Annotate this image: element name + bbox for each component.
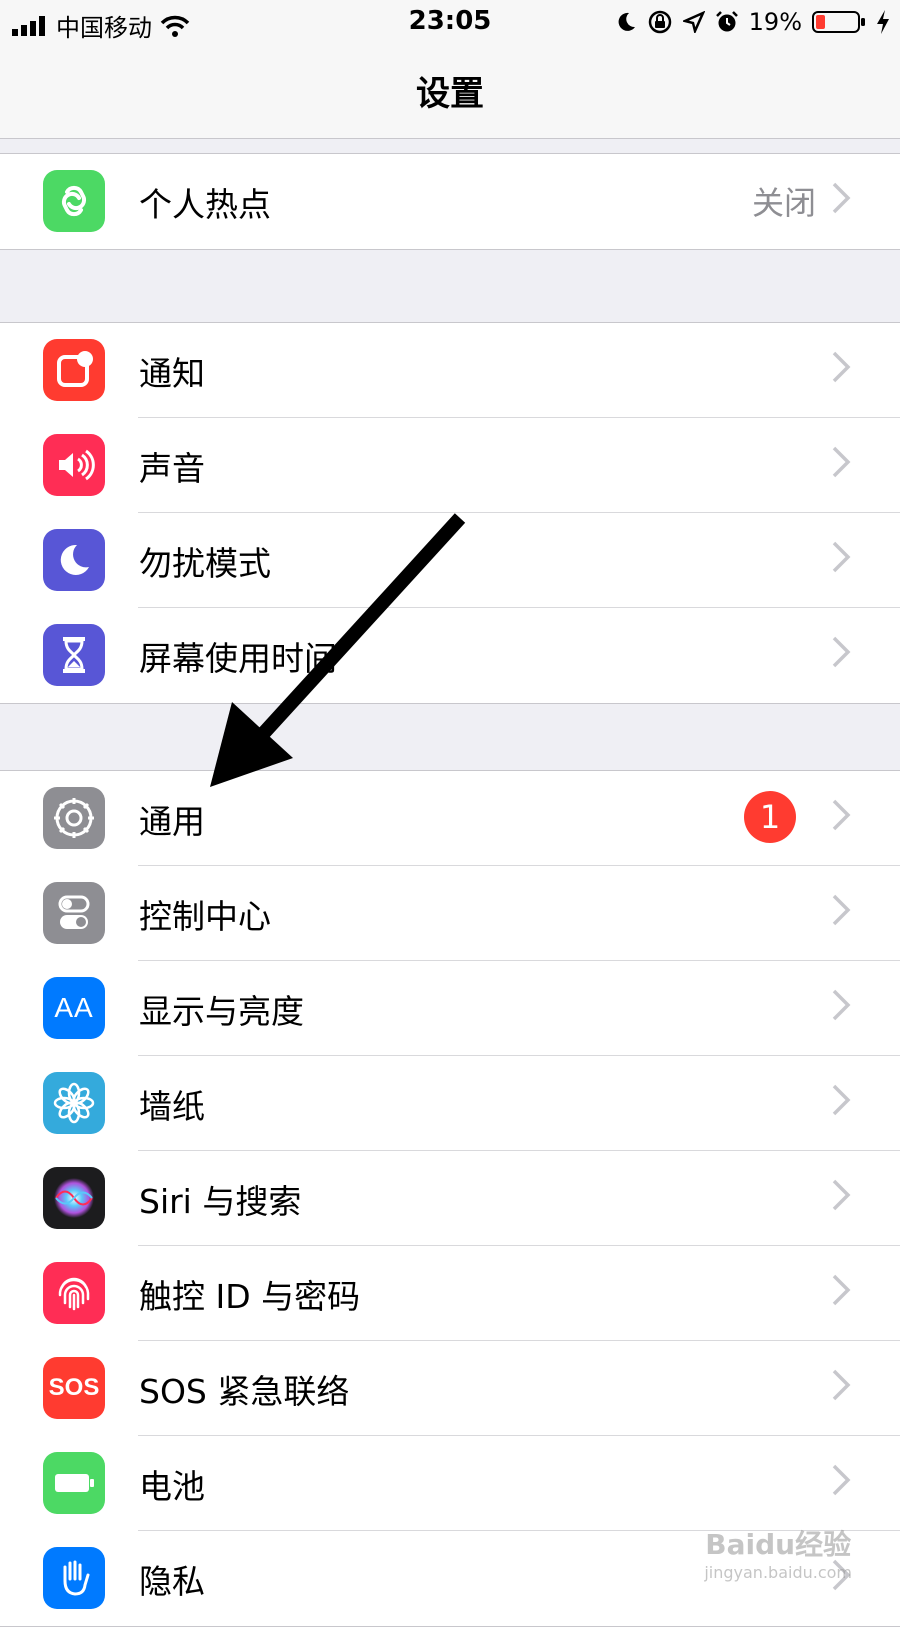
row-label: Siri 与搜索 [139, 1182, 302, 1221]
row-label: 隐私 [139, 1562, 205, 1601]
row-display-brightness[interactable]: AA 显示与亮度 [0, 961, 900, 1056]
row-notifications[interactable]: 通知 [0, 323, 900, 418]
watermark-url: jingyan.baidu.com [704, 1563, 852, 1582]
row-general[interactable]: 通用 1 [0, 771, 900, 866]
chevron-right-icon [832, 1464, 851, 1496]
row-control-center[interactable]: 控制中心 [0, 866, 900, 961]
row-label: 控制中心 [139, 897, 271, 936]
row-emergency-sos[interactable]: SOS SOS 紧急联络 [0, 1341, 900, 1436]
chevron-right-icon [832, 1369, 851, 1401]
hourglass-icon [43, 624, 105, 686]
row-sounds[interactable]: 声音 [0, 418, 900, 513]
settings-group-general: 通用 1 控制中心 AA 显示与亮度 墙纸 Siri 与搜索 触控 ID 与密码… [0, 770, 900, 1627]
watermark-brand: Baidu经验 [705, 1528, 852, 1561]
chevron-right-icon [832, 894, 851, 926]
moon-icon [43, 529, 105, 591]
siri-icon [43, 1167, 105, 1229]
row-do-not-disturb[interactable]: 勿扰模式 [0, 513, 900, 608]
chevron-right-icon [832, 351, 851, 383]
chevron-right-icon [832, 446, 851, 478]
navigation-bar: 设置 [0, 46, 900, 139]
flower-icon [43, 1072, 105, 1134]
row-touch-id-passcode[interactable]: 触控 ID 与密码 [0, 1246, 900, 1341]
row-label: 屏幕使用时间 [139, 639, 337, 678]
hotspot-icon [43, 170, 105, 232]
fingerprint-icon [43, 1262, 105, 1324]
row-value: 关闭 [751, 184, 816, 222]
row-label: 墙纸 [139, 1087, 205, 1126]
row-personal-hotspot[interactable]: 个人热点 关闭 [0, 154, 900, 249]
status-bar: 中国移动 23:05 19% [0, 0, 900, 46]
row-label: 声音 [139, 449, 205, 488]
settings-group-connectivity: 个人热点 关闭 [0, 153, 900, 250]
row-label: 触控 ID 与密码 [139, 1277, 361, 1316]
text-size-icon: AA [43, 977, 105, 1039]
row-label: 勿扰模式 [139, 544, 271, 583]
chevron-right-icon [832, 1274, 851, 1306]
row-label: 个人热点 [139, 185, 271, 224]
row-screen-time[interactable]: 屏幕使用时间 [0, 608, 900, 703]
page-title: 设置 [416, 74, 484, 114]
row-wallpaper[interactable]: 墙纸 [0, 1056, 900, 1151]
settings-group-alerts: 通知 声音 勿扰模式 屏幕使用时间 [0, 322, 900, 704]
row-label: SOS 紧急联络 [139, 1372, 350, 1411]
charging-icon [877, 10, 889, 34]
sounds-icon [43, 434, 105, 496]
sos-glyph: SOS [48, 1374, 100, 1401]
chevron-right-icon [832, 1084, 851, 1116]
update-badge: 1 [744, 791, 796, 843]
watermark: Baidu经验 jingyan.baidu.com [704, 1523, 852, 1582]
row-battery[interactable]: 电池 [0, 1436, 900, 1531]
battery-percent: 19% [748, 8, 802, 36]
sos-icon: SOS [43, 1357, 105, 1419]
battery-icon [43, 1452, 105, 1514]
row-label: 通用 [139, 802, 205, 841]
chevron-right-icon [832, 799, 851, 831]
chevron-right-icon [832, 989, 851, 1021]
toggles-icon [43, 882, 105, 944]
row-label: 显示与亮度 [139, 992, 304, 1031]
location-icon [682, 11, 705, 33]
moon-status-icon [618, 12, 635, 31]
battery-status-icon [812, 11, 865, 33]
chevron-right-icon [832, 182, 851, 214]
gear-icon [43, 787, 105, 849]
chevron-right-icon [832, 636, 851, 668]
alarm-icon [715, 11, 738, 32]
text-size-glyph: AA [54, 992, 94, 1023]
rotation-lock-icon [648, 10, 671, 34]
row-label: 通知 [139, 354, 205, 393]
chevron-right-icon [832, 541, 851, 573]
row-siri-search[interactable]: Siri 与搜索 [0, 1151, 900, 1246]
row-label: 电池 [139, 1467, 205, 1506]
notifications-icon [43, 339, 105, 401]
chevron-right-icon [832, 1179, 851, 1211]
